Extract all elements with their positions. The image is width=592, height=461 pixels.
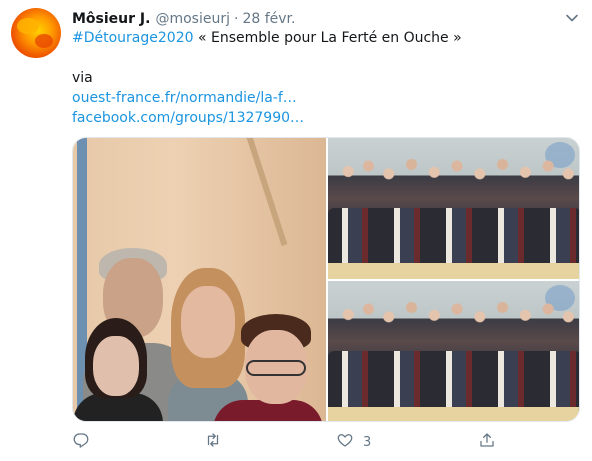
- author-display-name[interactable]: Môsieur J.: [72, 11, 150, 27]
- chevron-down-icon[interactable]: [564, 10, 580, 26]
- tweet-media-grid: [72, 137, 580, 422]
- facebook-link[interactable]: facebook.com/groups/1327990…: [72, 108, 304, 128]
- share-icon: [478, 431, 496, 453]
- reply-button[interactable]: [72, 430, 90, 454]
- photo-group-top[interactable]: [328, 138, 579, 279]
- tweet-via-text: via: [72, 70, 93, 86]
- tweet-text-line-1: #Détourage2020 « Ensemble pour La Ferté …: [72, 28, 462, 48]
- ouest-france-link[interactable]: ouest-france.fr/normandie/la-f…: [72, 88, 297, 108]
- share-button[interactable]: [478, 430, 496, 454]
- author-handle[interactable]: @mosieurj: [155, 11, 230, 27]
- photo-group-bottom[interactable]: [328, 281, 579, 421]
- tweet-date[interactable]: 28 févr.: [242, 11, 295, 27]
- tweet-actions: 3: [72, 430, 572, 454]
- photo-portrait-cutout[interactable]: [73, 138, 326, 421]
- reply-icon: [72, 431, 90, 453]
- separator-dot: ·: [233, 11, 239, 27]
- avatar[interactable]: [11, 8, 61, 58]
- retweet-icon: [204, 431, 222, 453]
- hashtag-link[interactable]: #Détourage2020: [72, 30, 194, 46]
- avatar-shape: [35, 34, 53, 48]
- retweet-button[interactable]: [204, 430, 222, 454]
- tweet-header: Môsieur J. @mosieurj · 28 févr.: [72, 9, 295, 29]
- tweet-title-text: « Ensemble pour La Ferté en Ouche »: [193, 30, 462, 46]
- like-count: 3: [363, 434, 372, 450]
- heart-icon: [336, 431, 354, 453]
- avatar-shape: [17, 18, 39, 34]
- like-button[interactable]: 3: [336, 430, 371, 454]
